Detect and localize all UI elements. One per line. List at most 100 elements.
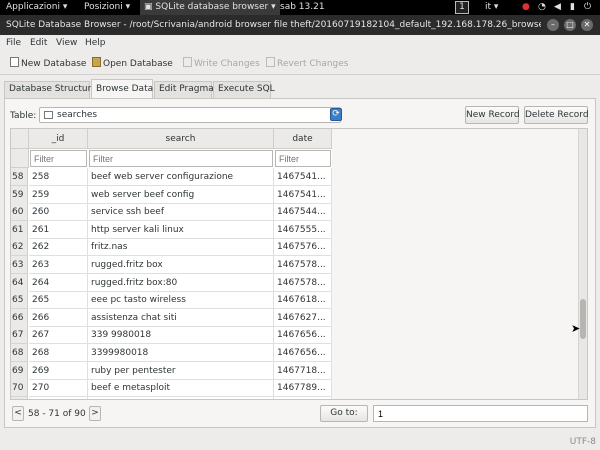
cell-id[interactable]: 265: [29, 291, 88, 310]
table-row[interactable]: 61 261 http server kali linux 1467555...: [11, 220, 587, 239]
battery-icon[interactable]: ▮: [570, 0, 575, 15]
cell-search[interactable]: beef web server configurazione: [88, 168, 274, 186]
menu-help[interactable]: Help: [85, 38, 106, 48]
cell-search[interactable]: eee pc tasto wireless: [88, 291, 274, 310]
cell-date[interactable]: 1467618...: [274, 291, 332, 310]
menu-edit[interactable]: Edit: [30, 38, 47, 48]
cell-search[interactable]: [88, 396, 274, 399]
cell-id[interactable]: 266: [29, 308, 88, 327]
applications-menu[interactable]: Applicazioni ▾: [6, 0, 67, 15]
cell-search[interactable]: beef e metasploit: [88, 379, 274, 398]
goto-button[interactable]: Go to:: [320, 405, 368, 422]
cell-search[interactable]: rugged.fritz box:80: [88, 273, 274, 292]
table-row[interactable]: 60 260 service ssh beef 1467544...: [11, 203, 587, 222]
cell-id[interactable]: 264: [29, 273, 88, 292]
tab-database-structure[interactable]: Database Structure: [4, 81, 97, 98]
table-row[interactable]: 58 258 beef web server configurazione 14…: [11, 168, 587, 186]
close-icon[interactable]: ✕: [581, 19, 593, 31]
cell-search[interactable]: http server kali linux: [88, 220, 274, 239]
table-row[interactable]: 64 264 rugged.fritz box:80 1467578...: [11, 273, 587, 292]
tab-execute-sql[interactable]: Execute SQL: [213, 81, 275, 98]
column-header-id[interactable]: _id: [29, 129, 88, 149]
cell-id[interactable]: 269: [29, 361, 88, 380]
cell-search[interactable]: ruby per pentester: [88, 361, 274, 380]
cell-date[interactable]: 1467578...: [274, 273, 332, 292]
next-page-button[interactable]: >: [89, 406, 101, 421]
active-window-label: SQLite database browser: [155, 2, 269, 12]
cell-search[interactable]: service ssh beef: [88, 203, 274, 222]
cell-date[interactable]: 1467718...: [274, 361, 332, 380]
cell-id[interactable]: 270: [29, 379, 88, 398]
cell-id[interactable]: 258: [29, 168, 88, 186]
table-row[interactable]: 63 263 rugged.fritz box 1467578...: [11, 256, 587, 274]
active-window-menu[interactable]: ▣ SQLite database browser ▾: [140, 0, 280, 15]
app-icon: ▣: [144, 2, 153, 12]
cell-search[interactable]: 3399980018: [88, 344, 274, 362]
open-database-button[interactable]: Open Database: [92, 57, 173, 71]
cell-date[interactable]: 1467541...: [274, 185, 332, 204]
minimize-icon[interactable]: –: [547, 19, 559, 31]
language-indicator[interactable]: it ▾: [485, 0, 498, 15]
wifi-icon[interactable]: ◔: [538, 0, 546, 15]
cell-id[interactable]: 267: [29, 326, 88, 345]
cell-date[interactable]: 1467627...: [274, 308, 332, 327]
menu-view[interactable]: View: [56, 38, 77, 48]
cell-date[interactable]: 1467656...: [274, 344, 332, 362]
table-row[interactable]: 67 267 339 9980018 1467656...: [11, 326, 587, 345]
filter-input-date[interactable]: [275, 150, 331, 167]
table-row[interactable]: 66 266 assistenza chat siti 1467627...: [11, 308, 587, 327]
cell-id[interactable]: 261: [29, 220, 88, 239]
cell-id[interactable]: 260: [29, 203, 88, 222]
cell-id[interactable]: 271: [29, 396, 88, 399]
previous-page-button[interactable]: <: [12, 406, 24, 421]
refresh-icon[interactable]: ⟳: [330, 108, 342, 121]
table-row[interactable]: 62 262 fritz.nas 1467576...: [11, 238, 587, 257]
workspace-indicator[interactable]: 1: [455, 1, 469, 14]
clock[interactable]: sab 13.21: [280, 0, 325, 15]
cell-search[interactable]: 339 9980018: [88, 326, 274, 345]
cell-date[interactable]: 1467555...: [274, 220, 332, 239]
cell-search[interactable]: assistenza chat siti: [88, 308, 274, 327]
table-row[interactable]: 69 269 ruby per pentester 1467718...: [11, 361, 587, 380]
cell-search[interactable]: web server beef config: [88, 185, 274, 204]
power-icon[interactable]: ⏻: [584, 0, 591, 15]
delete-record-button[interactable]: Delete Record: [524, 106, 589, 124]
table-row[interactable]: 70 270 beef e metasploit 1467789...: [11, 379, 587, 398]
table-row[interactable]: 68 268 3399980018 1467656...: [11, 344, 587, 362]
vertical-scrollbar[interactable]: [578, 129, 587, 399]
new-database-button[interactable]: New Database: [10, 57, 86, 71]
filter-input-id[interactable]: [30, 150, 87, 167]
cell-id[interactable]: 262: [29, 238, 88, 257]
new-record-button[interactable]: New Record: [465, 106, 520, 124]
cell-date[interactable]: 1467576...: [274, 238, 332, 257]
column-header-date[interactable]: date: [274, 129, 332, 149]
record-indicator-icon[interactable]: ●: [522, 0, 530, 15]
cell-date[interactable]: 1467544...: [274, 203, 332, 222]
cell-date[interactable]: 1467656...: [274, 326, 332, 345]
table-select[interactable]: searches ▾: [39, 107, 341, 123]
column-header-search[interactable]: search: [88, 129, 274, 149]
revert-changes-button[interactable]: Revert Changes: [266, 57, 349, 71]
cell-search[interactable]: fritz.nas: [88, 238, 274, 257]
cell-date[interactable]: [274, 396, 332, 399]
filter-input-search[interactable]: [89, 150, 273, 167]
scrollbar-thumb[interactable]: [580, 299, 586, 339]
write-changes-button[interactable]: Write Changes: [183, 57, 260, 71]
cell-id[interactable]: 268: [29, 344, 88, 362]
menu-file[interactable]: File: [6, 38, 21, 48]
cell-date[interactable]: 1467541...: [274, 168, 332, 186]
cell-search[interactable]: rugged.fritz box: [88, 256, 274, 274]
table-row[interactable]: 59 259 web server beef config 1467541...: [11, 185, 587, 204]
positions-menu[interactable]: Posizioni ▾: [84, 0, 130, 15]
table-row[interactable]: 65 265 eee pc tasto wireless 1467618...: [11, 291, 587, 310]
tab-edit-pragmas[interactable]: Edit Pragmas: [154, 81, 218, 98]
table-row[interactable]: 71 271: [11, 396, 587, 399]
cell-id[interactable]: 263: [29, 256, 88, 274]
volume-icon[interactable]: ◀: [554, 0, 561, 15]
cell-id[interactable]: 259: [29, 185, 88, 204]
maximize-icon[interactable]: □: [564, 19, 576, 31]
goto-input[interactable]: [373, 405, 588, 422]
tab-browse-data[interactable]: Browse Data: [91, 79, 153, 98]
cell-date[interactable]: 1467578...: [274, 256, 332, 274]
cell-date[interactable]: 1467789...: [274, 379, 332, 398]
